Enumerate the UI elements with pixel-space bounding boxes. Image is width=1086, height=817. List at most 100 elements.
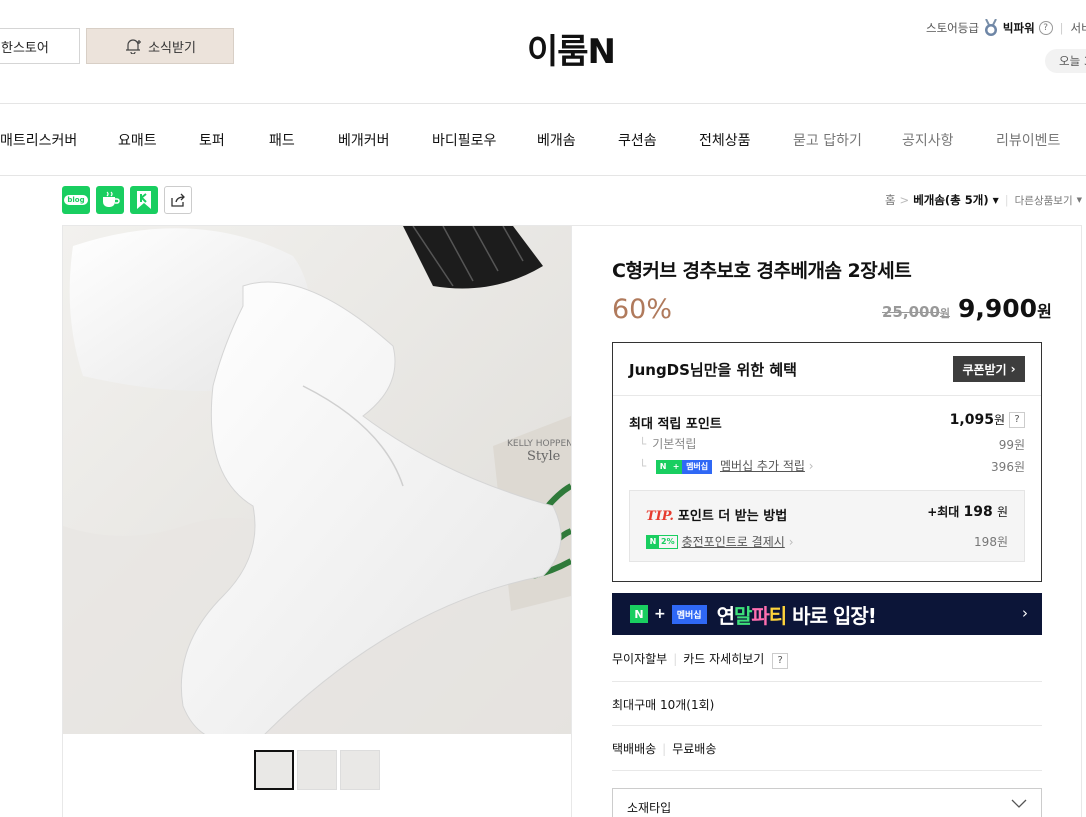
charge-badge-label: 2% (661, 536, 675, 546)
coupon-button[interactable]: 쿠폰받기 › (953, 356, 1025, 382)
nav-item-topper[interactable]: 토퍼 (199, 130, 225, 150)
thumbnail-1[interactable] (254, 750, 294, 790)
naver-n-icon: N (630, 605, 648, 623)
nav-item-notice[interactable]: 공지사항 (902, 130, 954, 150)
info-separator: | (673, 652, 678, 666)
shipping-label: 무료배송 (672, 742, 717, 756)
coupon-button-label: 쿠폰받기 (962, 362, 1007, 377)
membership-points-value: 396원 (991, 460, 1025, 474)
notify-button[interactable]: 소식받기 (86, 28, 234, 64)
original-price-value: 25,000 (882, 303, 940, 321)
benefit-divider (613, 395, 1041, 396)
store-button-label: 한스토어 (1, 40, 49, 56)
tip-unit: 원 (996, 505, 1008, 519)
cafe-cup-icon (103, 191, 120, 207)
thumbnail-3[interactable] (340, 750, 380, 790)
pillow-image: KELLY HOPPEN Style (63, 226, 571, 734)
tip-value: +최대 198 원 (927, 503, 1008, 520)
thumbnail-2[interactable] (297, 750, 337, 790)
grade-label: 스토어등급 (926, 21, 979, 35)
chevron-right-icon: › (1022, 604, 1028, 622)
benefit-heading: JungDS님만을 위한 혜택 (629, 361, 797, 379)
tip-label: TIP. (646, 509, 674, 524)
basic-points-row: └ 기본적립 (629, 435, 696, 452)
banner-text-2: 말 (733, 603, 752, 628)
tip-heading: TIP. 포인트 더 받는 방법 (646, 505, 787, 524)
store-grade: 스토어등급 빅파워 ? | 서비 (926, 19, 1086, 37)
original-price: 25,000원 (882, 303, 950, 321)
banner-text-1: 연 (716, 603, 735, 628)
membership-badge-label: 멤버십 (682, 459, 713, 474)
story-share-button[interactable] (130, 186, 158, 214)
card-divider (571, 225, 572, 817)
thumbnail-strip (254, 750, 380, 790)
photo-text-2: Style (527, 449, 561, 464)
nav-item-yo-mat[interactable]: 요매트 (118, 130, 157, 150)
nav-item-cushion-filling[interactable]: 쿠션솜 (618, 130, 657, 150)
product-photo[interactable]: KELLY HOPPEN Style (63, 226, 571, 734)
membership-party-banner[interactable]: N + 멤버십 연말파티 바로 입장! › (612, 593, 1042, 635)
breadcrumb-current[interactable]: 베개솜(총 5개) (913, 192, 988, 208)
banner-text: 연말파티 바로 입장! (716, 600, 877, 629)
tip-number: 198 (963, 504, 993, 520)
share-icon (171, 193, 185, 207)
membership-points-link[interactable]: 멤버십 추가 적립 (720, 459, 805, 473)
nav-item-mattress-cover[interactable]: 매트리스커버 (0, 130, 77, 150)
grade-help-icon[interactable]: ? (1038, 21, 1053, 35)
basic-points-value: 99원 (998, 438, 1025, 452)
charge-points-link[interactable]: 충전포인트로 결제시 (682, 533, 785, 550)
tree-branch-icon: └ (639, 437, 647, 451)
card-detail-link[interactable]: 카드 자세히보기 (683, 652, 764, 666)
sale-price-value: 9,900 (958, 294, 1038, 323)
chevron-down-icon (1011, 799, 1027, 808)
banner-text-4: 티 (768, 603, 787, 628)
delivery-label: 택배배송 (612, 742, 657, 756)
other-products-link[interactable]: 다른상품보기 (1015, 193, 1073, 208)
installment-row: 무이자할부 | 카드 자세히보기 ? (612, 650, 1042, 682)
nav-item-review-event[interactable]: 리뷰이벤트 (996, 130, 1060, 150)
max-purchase-label: 최대구매 10개(1회) (612, 698, 715, 712)
cafe-share-button[interactable] (96, 186, 124, 214)
nav-item-qna[interactable]: 묻고 답하기 (793, 130, 862, 150)
breadcrumb-home[interactable]: 홈 (885, 192, 896, 208)
plus-icon: + (654, 606, 666, 622)
chevron-right-icon: › (808, 459, 814, 473)
breadcrumb: 홈 > 베개솜(총 5개) ▼ | 다른상품보기 ▼ (885, 192, 1082, 208)
max-purchase-row: 최대구매 10개(1회) (612, 696, 1042, 726)
banner-text-5: 바로 입장! (786, 603, 877, 628)
naver-charge-badge: N 2% (646, 534, 678, 549)
option-select[interactable]: 소재타입 (612, 788, 1042, 817)
card-help-icon[interactable]: ? (772, 653, 789, 669)
tree-branch-icon: └ (639, 459, 647, 473)
naver-plus-membership-badge: N + 멤버십 (656, 459, 713, 474)
server-label[interactable]: 서비 (1071, 20, 1086, 36)
blog-share-button[interactable]: blog (62, 186, 90, 214)
grade-separator: | (1059, 21, 1064, 35)
nav-item-pillow-cover[interactable]: 베개커버 (338, 130, 390, 150)
caret-down-icon[interactable]: ▼ (1077, 196, 1082, 204)
max-points-label: 최대 적립 포인트 (629, 417, 722, 432)
charge-points-value: 198원 (974, 535, 1008, 549)
notify-button-label: 소식받기 (148, 40, 196, 56)
max-points-value: 1,095원 ? (950, 411, 1025, 428)
bell-plus-icon (126, 39, 142, 54)
medal-icon (984, 19, 997, 36)
breadcrumb-separator: > (899, 193, 910, 207)
store-logo[interactable]: 이룸N (527, 24, 616, 73)
share-bar: blog (62, 186, 192, 214)
share-button[interactable] (164, 186, 192, 214)
max-points-number: 1,095 (949, 412, 994, 428)
points-help-icon[interactable]: ? (1009, 411, 1025, 428)
nav-item-pillow-filling[interactable]: 베개솜 (537, 130, 576, 150)
tip-box: TIP. 포인트 더 받는 방법 +최대 198 원 N 2% 충전포인트로 결제시… (629, 490, 1025, 562)
info-separator: | (662, 742, 667, 756)
breadcrumb-divider: | (1004, 193, 1009, 207)
store-button[interactable]: 한스토어 (0, 28, 80, 64)
category-nav: 매트리스커버 요매트 토퍼 패드 베개커버 바디필로우 베개솜 쿠션솜 전체상품… (0, 103, 1086, 176)
nav-item-pad[interactable]: 패드 (269, 130, 295, 150)
nav-item-all-products[interactable]: 전체상품 (699, 130, 751, 150)
caret-down-icon[interactable]: ▼ (993, 196, 999, 205)
banner-text-3: 파 (751, 603, 769, 628)
nav-item-body-pillow[interactable]: 바디필로우 (432, 130, 496, 150)
bookmark-k-icon (137, 191, 151, 209)
